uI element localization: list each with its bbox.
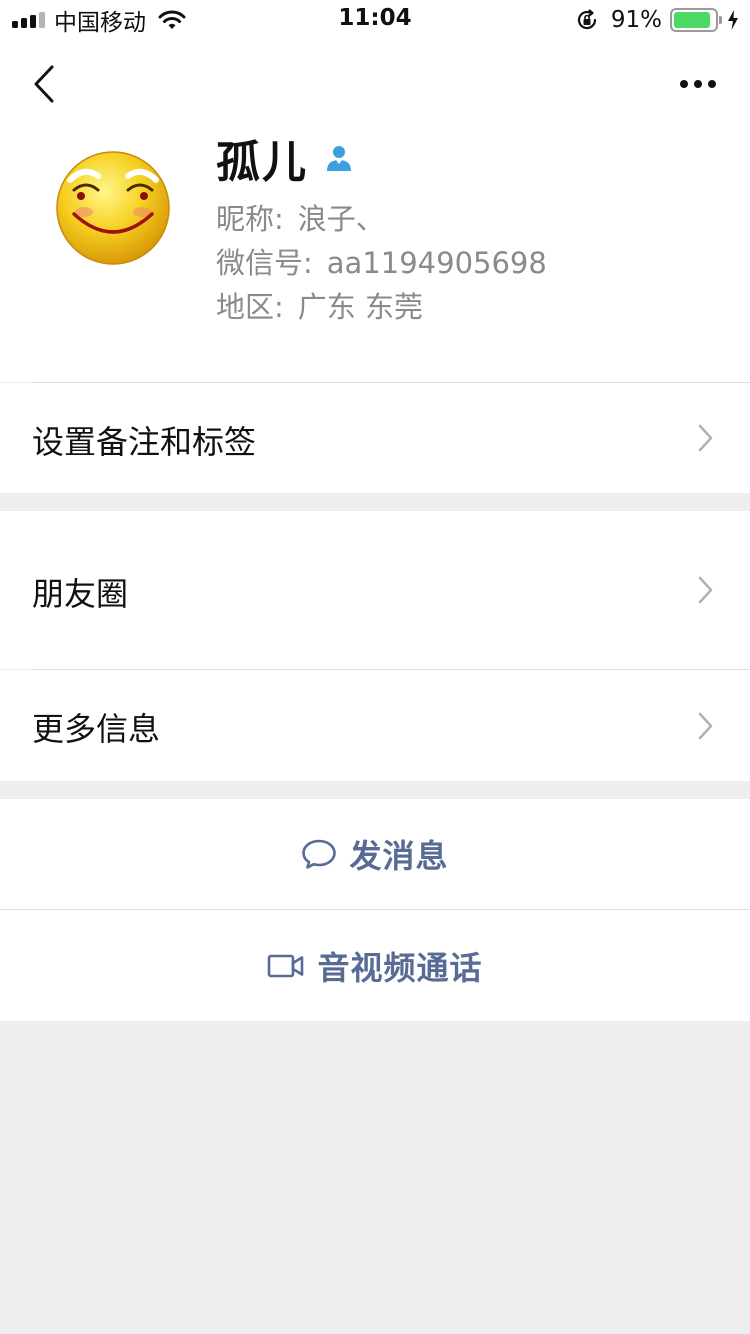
region-value: 广东 东莞 bbox=[297, 290, 423, 324]
nickname-label: 昵称: bbox=[216, 202, 284, 236]
moments-row[interactable]: 朋友圈 bbox=[0, 511, 750, 669]
avatar[interactable] bbox=[48, 140, 178, 270]
nav-bar bbox=[0, 40, 750, 128]
status-right: 91% bbox=[575, 6, 740, 34]
more-info-label: 更多信息 bbox=[32, 710, 161, 748]
status-bar: 中国移动 11:04 91% bbox=[0, 0, 750, 40]
charging-icon bbox=[728, 10, 738, 30]
moments-label: 朋友圈 bbox=[32, 575, 129, 613]
send-message-button[interactable]: 发消息 bbox=[0, 799, 750, 909]
nickname-line: 昵称: 浪子、 bbox=[216, 196, 385, 238]
send-message-label: 发消息 bbox=[349, 837, 449, 875]
name-row: 孤儿 bbox=[216, 130, 354, 188]
contact-name: 孤儿 bbox=[216, 137, 308, 188]
chevron-right-icon bbox=[698, 576, 713, 604]
nickname-value: 浪子、 bbox=[297, 202, 385, 236]
wechat-id-label: 微信号: bbox=[216, 246, 313, 280]
chat-bubble-icon bbox=[302, 839, 337, 869]
back-button[interactable] bbox=[24, 60, 64, 108]
video-call-label: 音视频通话 bbox=[317, 948, 483, 987]
remark-tags-label: 设置备注和标签 bbox=[32, 423, 257, 461]
wechat-id-line: 微信号: aa1194905698 bbox=[216, 240, 547, 282]
video-camera-icon bbox=[268, 954, 304, 977]
chevron-right-icon bbox=[698, 712, 713, 740]
male-user-icon bbox=[327, 146, 351, 171]
battery-fill bbox=[674, 12, 711, 28]
battery-icon bbox=[670, 8, 722, 32]
more-info-row[interactable]: 更多信息 bbox=[0, 670, 750, 781]
battery-percent: 91% bbox=[610, 7, 662, 33]
rotation-lock-icon bbox=[577, 9, 596, 30]
wechat-id-value[interactable]: aa1194905698 bbox=[327, 246, 547, 280]
more-button[interactable] bbox=[674, 64, 722, 104]
region-label: 地区: bbox=[216, 290, 284, 324]
region-line: 地区: 广东 东莞 bbox=[216, 284, 423, 326]
ellipsis-icon bbox=[680, 80, 688, 88]
chevron-left-icon bbox=[34, 65, 54, 103]
video-call-button[interactable]: 音视频通话 bbox=[0, 910, 750, 1021]
remark-tags-row[interactable]: 设置备注和标签 bbox=[0, 383, 750, 493]
profile-header: 孤儿 昵称: 浪子、 微信号: aa1194905698 地区: 广东 东莞 bbox=[0, 128, 750, 382]
chevron-right-icon bbox=[698, 424, 713, 452]
